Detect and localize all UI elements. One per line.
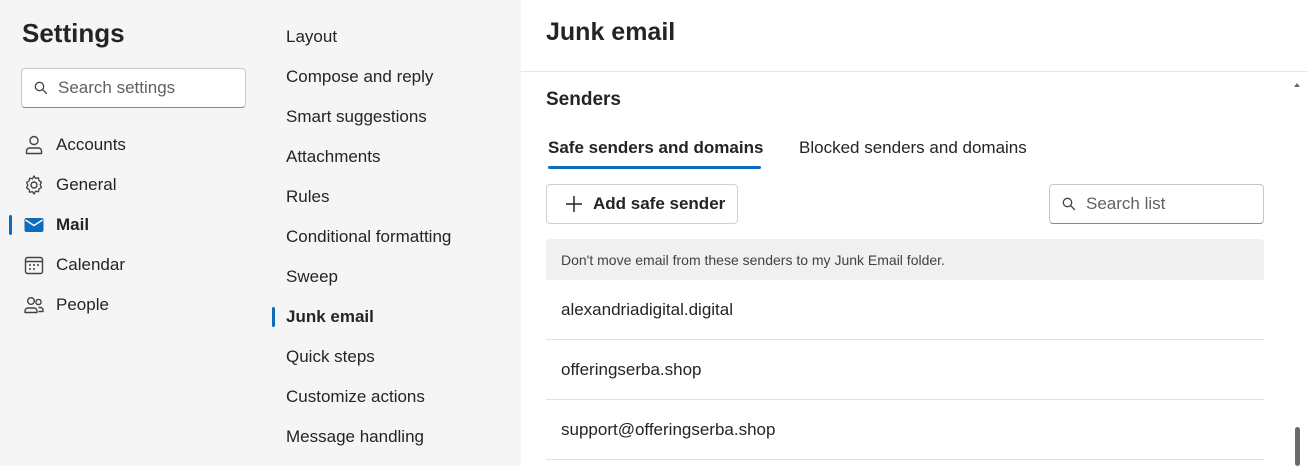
gear-icon bbox=[22, 173, 46, 197]
scroll-up-arrow-icon[interactable] bbox=[1292, 80, 1302, 90]
tab-blocked-senders[interactable]: Blocked senders and domains bbox=[799, 138, 1027, 170]
search-list-placeholder: Search list bbox=[1086, 194, 1166, 213]
nav-item-label: Accounts bbox=[56, 135, 126, 154]
nav-item-general[interactable]: General bbox=[0, 165, 270, 205]
mid-item-layout[interactable]: Layout bbox=[270, 17, 521, 57]
nav-item-calendar[interactable]: Calendar bbox=[0, 245, 270, 285]
header-divider bbox=[521, 71, 1307, 72]
page-title: Junk email bbox=[546, 18, 676, 46]
calendar-icon bbox=[22, 253, 46, 277]
safe-sender-row[interactable]: offeringserba.shop bbox=[546, 340, 1264, 400]
search-settings-placeholder: Search settings bbox=[58, 78, 176, 97]
nav-item-label: Mail bbox=[56, 215, 90, 234]
mid-item-compose-and-reply[interactable]: Compose and reply bbox=[270, 57, 521, 97]
search-settings-input[interactable]: Search settings bbox=[21, 68, 246, 108]
scrollbar-thumb[interactable] bbox=[1295, 427, 1300, 466]
people-icon bbox=[22, 293, 46, 317]
mid-item-conditional-formatting[interactable]: Conditional formatting bbox=[270, 217, 521, 257]
tab-selected-indicator bbox=[548, 166, 761, 169]
nav-item-people[interactable]: People bbox=[0, 285, 270, 325]
section-title: Senders bbox=[546, 89, 621, 110]
mid-item-junk-email[interactable]: Junk email bbox=[270, 297, 521, 337]
nav-item-mail[interactable]: Mail bbox=[0, 205, 270, 245]
mail-settings-nav: Layout Compose and reply Smart suggestio… bbox=[270, 0, 521, 466]
plus-icon bbox=[566, 196, 582, 212]
person-icon bbox=[22, 133, 46, 157]
search-icon bbox=[34, 81, 48, 95]
mid-item-rules[interactable]: Rules bbox=[270, 177, 521, 217]
mail-icon bbox=[22, 213, 46, 237]
safe-sender-row[interactable]: support@offeringserba.shop bbox=[546, 400, 1264, 460]
settings-nav-pane: Settings Search settings Accounts Genera… bbox=[0, 0, 270, 466]
junk-email-content: Junk email Senders Safe senders and doma… bbox=[521, 0, 1307, 466]
mid-item-message-handling[interactable]: Message handling bbox=[270, 417, 521, 457]
mid-item-sweep[interactable]: Sweep bbox=[270, 257, 521, 297]
nav-item-label: General bbox=[56, 175, 117, 194]
mid-item-customize-actions[interactable]: Customize actions bbox=[270, 377, 521, 417]
nav-item-label: People bbox=[56, 295, 109, 314]
add-safe-sender-label: Add safe sender bbox=[593, 194, 726, 213]
search-icon bbox=[1062, 197, 1076, 211]
safe-sender-row[interactable]: alexandriadigital.digital bbox=[546, 280, 1264, 340]
add-safe-sender-button[interactable]: Add safe sender bbox=[546, 184, 738, 224]
nav-item-label: Calendar bbox=[56, 255, 125, 274]
mid-item-smart-suggestions[interactable]: Smart suggestions bbox=[270, 97, 521, 137]
settings-title: Settings bbox=[22, 18, 125, 48]
search-list-input[interactable]: Search list bbox=[1049, 184, 1264, 224]
list-description: Don't move email from these senders to m… bbox=[546, 239, 1264, 280]
mid-item-attachments[interactable]: Attachments bbox=[270, 137, 521, 177]
nav-item-accounts[interactable]: Accounts bbox=[0, 125, 270, 165]
mid-item-quick-steps[interactable]: Quick steps bbox=[270, 337, 521, 377]
